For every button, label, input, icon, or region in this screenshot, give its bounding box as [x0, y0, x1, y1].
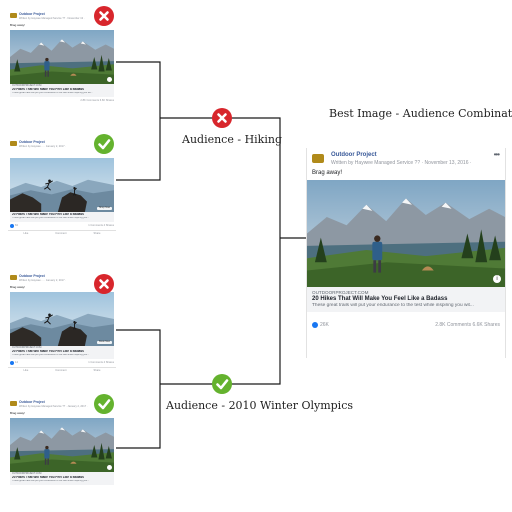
comments-shares: 2.8K Comments 6.6K Shares — [435, 322, 500, 328]
comment-button[interactable]: Comment — [55, 369, 66, 372]
post-meta: Written by Haywee ... · January 2, 2017 … — [19, 145, 67, 148]
action-bar: Like Comment Share — [8, 229, 116, 236]
comments-shares: 2.8K Comments 6.6K Shares — [80, 98, 114, 102]
x-icon — [94, 274, 114, 294]
like-icon — [10, 223, 14, 228]
post-meta: Written by Haywee ... · January 2, 2017 … — [19, 279, 67, 282]
link-description: These great trails will put your enduran… — [12, 216, 90, 219]
bracket-line-round2 — [160, 238, 281, 385]
checkmark-icon — [94, 134, 114, 154]
post-image[interactable]: Book Now — [10, 292, 114, 346]
cta-badge[interactable]: Book Now — [97, 340, 112, 344]
info-icon[interactable] — [107, 465, 112, 470]
comment-button[interactable]: Comment — [55, 232, 66, 235]
page-title: Best Image - Audience Combination — [329, 107, 512, 120]
cta-badge[interactable]: Shop Now — [96, 206, 112, 210]
page-name[interactable]: Outdoor Project — [19, 274, 45, 278]
link-headline: 20 Hikes That Will Make You Feel Like a … — [312, 296, 448, 302]
round-label-hiking: Audience - Hiking — [182, 133, 282, 146]
link-domain: OUTDOORPROJECT.COM — [312, 290, 369, 295]
post-image[interactable] — [10, 30, 114, 84]
link-description: These great trails will put your enduran… — [12, 91, 93, 94]
likes-count: 26K — [320, 322, 329, 328]
link-preview[interactable]: OUTDOORPROJECT.COM 20 Hikes That Will Ma… — [10, 472, 114, 485]
comments-shares: 1 Comments 4 Shares — [88, 360, 114, 364]
winner-post-card[interactable]: Outdoor Project Written by Haywee Manage… — [306, 148, 506, 358]
bracket-line-card4 — [116, 384, 161, 449]
page-name[interactable]: Outdoor Project — [331, 152, 377, 158]
page-logo — [10, 13, 17, 18]
page-name[interactable]: Outdoor Project — [19, 400, 45, 404]
likes-count: 14 — [15, 361, 18, 365]
post-meta: Written by Haywee Managed Service ?? · N… — [331, 160, 472, 166]
link-preview[interactable]: 20 Hikes That Will Make You Feel Like a … — [10, 212, 114, 222]
page-name[interactable]: Outdoor Project — [19, 12, 45, 16]
engagement-stats: 84 1 Comments 4 Shares — [8, 222, 116, 230]
link-description: These great trails will put your enduran… — [12, 479, 90, 482]
info-icon[interactable]: i — [493, 275, 501, 283]
link-description: These great trails will put your enduran… — [12, 353, 90, 356]
like-button[interactable]: Like — [24, 369, 29, 372]
link-preview[interactable]: OUTDOORPROJECT.COM 20 Hikes That Will Ma… — [10, 84, 114, 97]
comments-shares: 1 Comments 4 Shares — [88, 223, 114, 227]
link-preview[interactable]: OUTDOORPROJECT.COM 20 Hikes That Will Ma… — [307, 287, 505, 312]
post-image[interactable]: Shop Now — [10, 158, 114, 212]
engagement-stats: 26K 2.8K Comments 6.6K Shares — [307, 312, 505, 330]
like-icon — [10, 360, 14, 365]
checkmark-icon — [212, 374, 232, 394]
round-label-olympics: Audience - 2010 Winter Olympics — [166, 399, 353, 412]
post-meta: Written by Haywee Managed Service ?? · J… — [19, 405, 88, 408]
share-button[interactable]: Share — [94, 369, 101, 372]
page-logo — [10, 401, 17, 406]
bracket-line-card2 — [116, 118, 161, 181]
share-button[interactable]: Share — [94, 232, 101, 235]
checkmark-icon — [94, 394, 114, 414]
page-logo — [10, 141, 17, 146]
post-meta: Written by Haywee Managed Service ?? · N… — [19, 17, 85, 20]
info-icon[interactable] — [107, 77, 112, 82]
page-logo — [312, 154, 324, 163]
engagement-stats: 14 1 Comments 4 Shares — [8, 359, 116, 367]
like-button[interactable]: Like — [24, 232, 29, 235]
page-logo — [10, 275, 17, 280]
x-icon — [212, 108, 232, 128]
post-caption: Brag away! — [312, 170, 343, 176]
link-description: These great trails will put your enduran… — [312, 303, 474, 308]
post-image[interactable]: i — [307, 180, 505, 287]
link-preview[interactable]: OUTDOORPROJECT.COM 20 Hikes That Will Ma… — [10, 346, 114, 359]
likes-count: 84 — [15, 224, 18, 228]
more-options-icon[interactable]: ••• — [494, 150, 500, 159]
page-name[interactable]: Outdoor Project — [19, 140, 45, 144]
bracket-line-card3 — [116, 329, 161, 384]
action-bar: Like Comment Share — [8, 366, 116, 373]
engagement-stats: 2.8K Comments 6.6K Shares — [8, 97, 116, 104]
post-image[interactable] — [10, 418, 114, 472]
x-icon — [94, 6, 114, 26]
bracket-line-card1 — [116, 61, 161, 118]
like-icon — [312, 322, 318, 328]
